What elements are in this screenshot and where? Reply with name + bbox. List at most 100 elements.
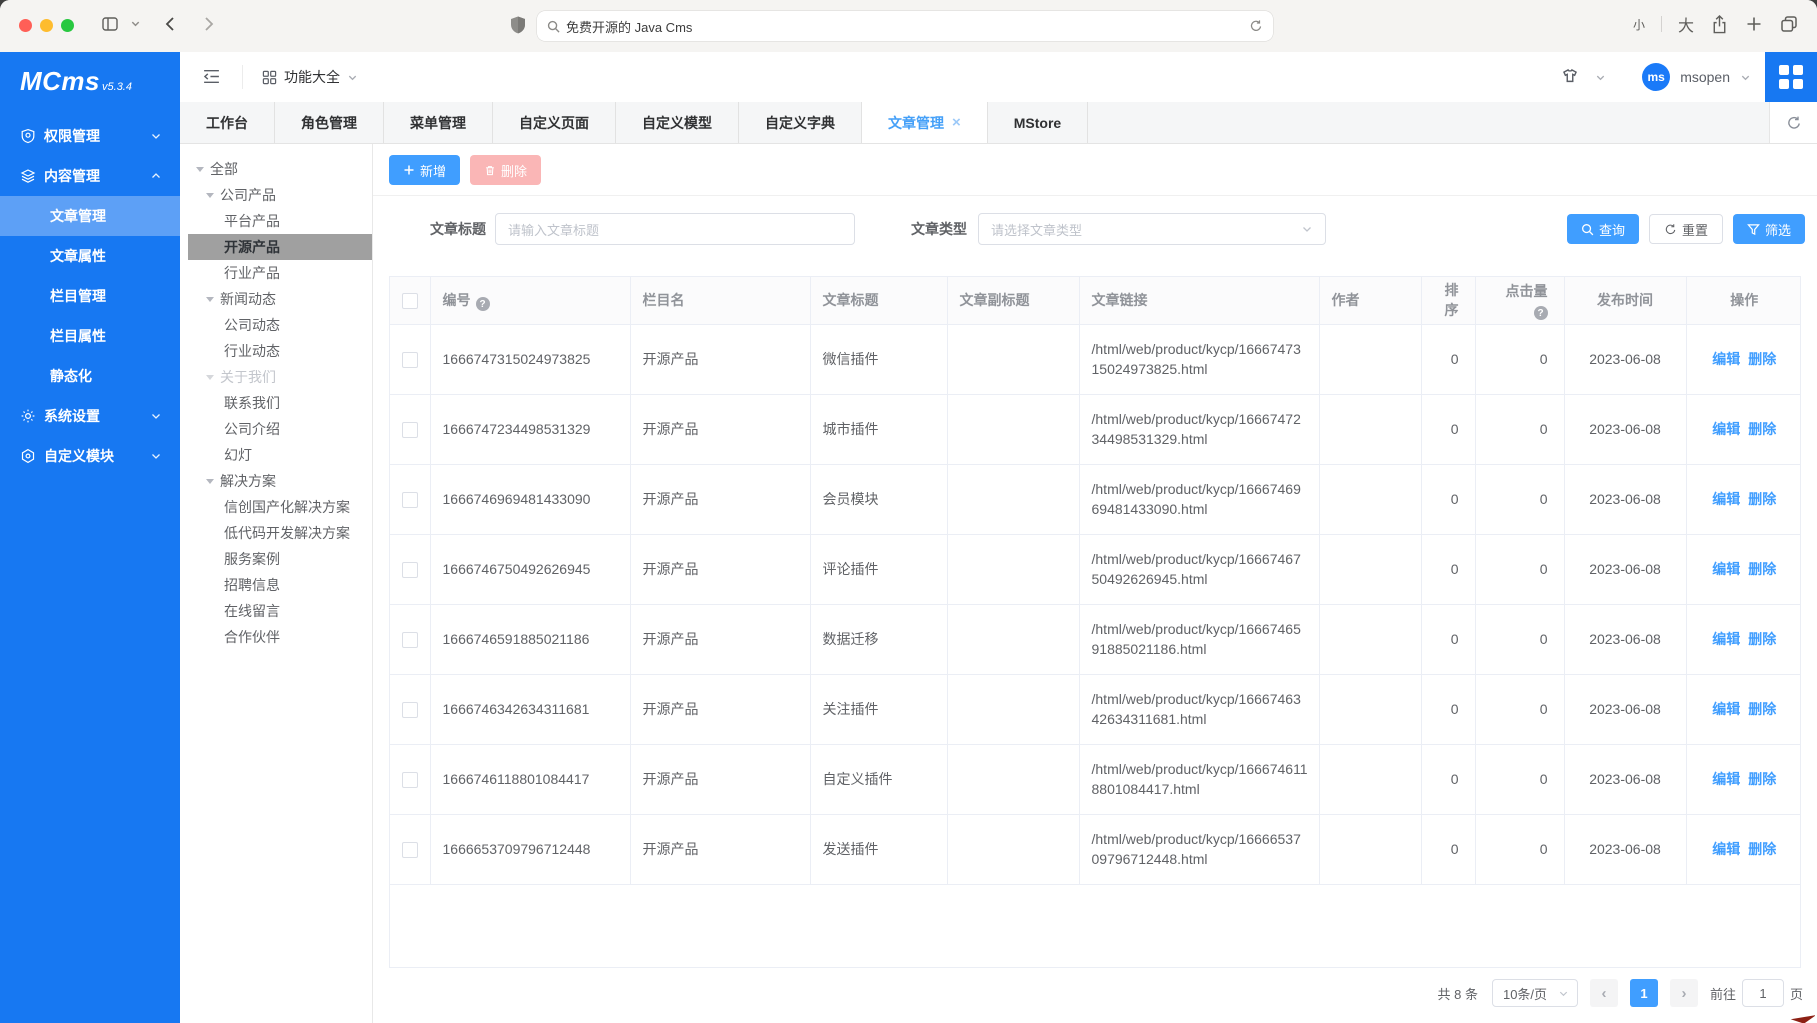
delete-link[interactable]: 删除: [1748, 351, 1776, 367]
tree-item[interactable]: 幻灯: [180, 442, 372, 468]
font-larger-button[interactable]: 大: [1678, 12, 1694, 36]
page-size-select[interactable]: 10条/页: [1492, 979, 1578, 1007]
sidebar-subitem-column-attr[interactable]: 栏目属性: [0, 316, 180, 356]
article-type-select[interactable]: 请选择文章类型: [978, 213, 1326, 245]
tree-item[interactable]: 服务案例: [180, 546, 372, 572]
article-title-input[interactable]: 请输入文章标题: [495, 213, 855, 245]
sidebar-subitem-article-manage[interactable]: 文章管理: [0, 196, 180, 236]
row-checkbox[interactable]: [402, 632, 418, 648]
query-button[interactable]: 查询: [1567, 214, 1639, 244]
tree-item[interactable]: 低代码开发解决方案: [180, 520, 372, 546]
edit-link[interactable]: 编辑: [1712, 351, 1740, 367]
row-checkbox[interactable]: [402, 562, 418, 578]
row-checkbox[interactable]: [402, 492, 418, 508]
delete-link[interactable]: 删除: [1748, 491, 1776, 507]
row-checkbox[interactable]: [402, 842, 418, 858]
close-tab-icon[interactable]: ×: [952, 115, 961, 130]
sidebar-item-permission[interactable]: 权限管理: [0, 116, 180, 156]
edit-link[interactable]: 编辑: [1712, 701, 1740, 717]
reload-icon[interactable]: [1249, 19, 1263, 33]
prev-page-button[interactable]: ‹: [1590, 979, 1618, 1007]
tree-item[interactable]: 合作伙伴: [180, 624, 372, 650]
tab-workbench[interactable]: 工作台: [180, 102, 275, 143]
edit-link[interactable]: 编辑: [1712, 491, 1740, 507]
sidebar-item-content[interactable]: 内容管理: [0, 156, 180, 196]
select-all-checkbox[interactable]: [402, 293, 418, 309]
tab-mstore[interactable]: MStore: [988, 102, 1088, 143]
tree-item[interactable]: 行业动态: [180, 338, 372, 364]
apps-menu-label: 功能大全: [284, 67, 340, 87]
delete-link[interactable]: 删除: [1748, 771, 1776, 787]
collapse-menu-icon[interactable]: [202, 67, 221, 86]
row-checkbox[interactable]: [402, 772, 418, 788]
sidebar-subitem-article-attr[interactable]: 文章属性: [0, 236, 180, 276]
browser-sidebar-icon[interactable]: [100, 14, 120, 34]
sidebar-item-system-settings[interactable]: 系统设置: [0, 396, 180, 436]
sidebar-subitem-column-manage[interactable]: 栏目管理: [0, 276, 180, 316]
apps-menu[interactable]: 功能大全: [262, 52, 358, 102]
privacy-shield-icon[interactable]: [509, 15, 527, 35]
minimize-window-button[interactable]: [40, 19, 53, 32]
tree-item[interactable]: 联系我们: [180, 390, 372, 416]
delete-link[interactable]: 删除: [1748, 841, 1776, 857]
tab-custom-page[interactable]: 自定义页面: [493, 102, 616, 143]
edit-link[interactable]: 编辑: [1712, 561, 1740, 577]
tree-item[interactable]: 开源产品: [188, 234, 372, 260]
user-chevron-icon[interactable]: [1740, 72, 1751, 83]
tree-item[interactable]: 全部: [180, 156, 372, 182]
next-page-button[interactable]: ›: [1670, 979, 1698, 1007]
edit-link[interactable]: 编辑: [1712, 421, 1740, 437]
tree-item[interactable]: 平台产品: [180, 208, 372, 234]
tree-item[interactable]: 在线留言: [180, 598, 372, 624]
app-grid-button[interactable]: [1765, 52, 1817, 102]
close-window-button[interactable]: [19, 19, 32, 32]
address-bar[interactable]: 免费开源的 Java Cms: [537, 11, 1273, 41]
tab-article-manage[interactable]: 文章管理×: [862, 102, 988, 143]
row-checkbox[interactable]: [402, 422, 418, 438]
tree-item[interactable]: 关于我们: [180, 364, 372, 390]
zoom-window-button[interactable]: [61, 19, 74, 32]
filter-button[interactable]: 筛选: [1733, 214, 1805, 244]
refresh-tab-icon[interactable]: [1769, 102, 1817, 143]
avatar[interactable]: ms: [1642, 63, 1670, 91]
delete-button[interactable]: 删除: [470, 155, 541, 185]
sidebar-item-custom-module[interactable]: 自定义模块: [0, 436, 180, 476]
tab-role-manage[interactable]: 角色管理: [275, 102, 384, 143]
sidebar-subitem-staticize[interactable]: 静态化: [0, 356, 180, 396]
delete-link[interactable]: 删除: [1748, 561, 1776, 577]
tab-custom-dict[interactable]: 自定义字典: [739, 102, 862, 143]
reset-button[interactable]: 重置: [1649, 214, 1723, 244]
tab-menu-manage[interactable]: 菜单管理: [384, 102, 493, 143]
delete-link[interactable]: 删除: [1748, 631, 1776, 647]
tab-custom-model[interactable]: 自定义模型: [616, 102, 739, 143]
current-page[interactable]: 1: [1630, 979, 1658, 1007]
delete-link[interactable]: 删除: [1748, 421, 1776, 437]
add-button[interactable]: 新增: [389, 155, 460, 185]
theme-icon[interactable]: [1559, 66, 1581, 88]
help-icon[interactable]: ?: [476, 297, 490, 311]
tree-item[interactable]: 信创国产化解决方案: [180, 494, 372, 520]
tree-item[interactable]: 新闻动态: [180, 286, 372, 312]
delete-link[interactable]: 删除: [1748, 701, 1776, 717]
edit-link[interactable]: 编辑: [1712, 841, 1740, 857]
theme-chevron-icon[interactable]: [1595, 72, 1606, 83]
font-smaller-button[interactable]: 小: [1633, 16, 1645, 33]
new-tab-icon[interactable]: [1745, 15, 1763, 33]
tree-item[interactable]: 行业产品: [180, 260, 372, 286]
row-checkbox[interactable]: [402, 352, 418, 368]
back-button[interactable]: [161, 14, 181, 34]
tab-overview-icon[interactable]: [1779, 14, 1799, 34]
goto-page-input[interactable]: [1742, 979, 1784, 1007]
tree-item[interactable]: 招聘信息: [180, 572, 372, 598]
tree-item[interactable]: 公司介绍: [180, 416, 372, 442]
tree-item[interactable]: 公司动态: [180, 312, 372, 338]
help-icon[interactable]: ?: [1534, 306, 1548, 320]
row-checkbox[interactable]: [402, 702, 418, 718]
edit-link[interactable]: 编辑: [1712, 631, 1740, 647]
forward-button[interactable]: [198, 14, 218, 34]
sidebar-chevron-icon[interactable]: [130, 18, 141, 29]
share-icon[interactable]: [1710, 14, 1729, 35]
tree-item[interactable]: 解决方案: [180, 468, 372, 494]
tree-item[interactable]: 公司产品: [180, 182, 372, 208]
edit-link[interactable]: 编辑: [1712, 771, 1740, 787]
